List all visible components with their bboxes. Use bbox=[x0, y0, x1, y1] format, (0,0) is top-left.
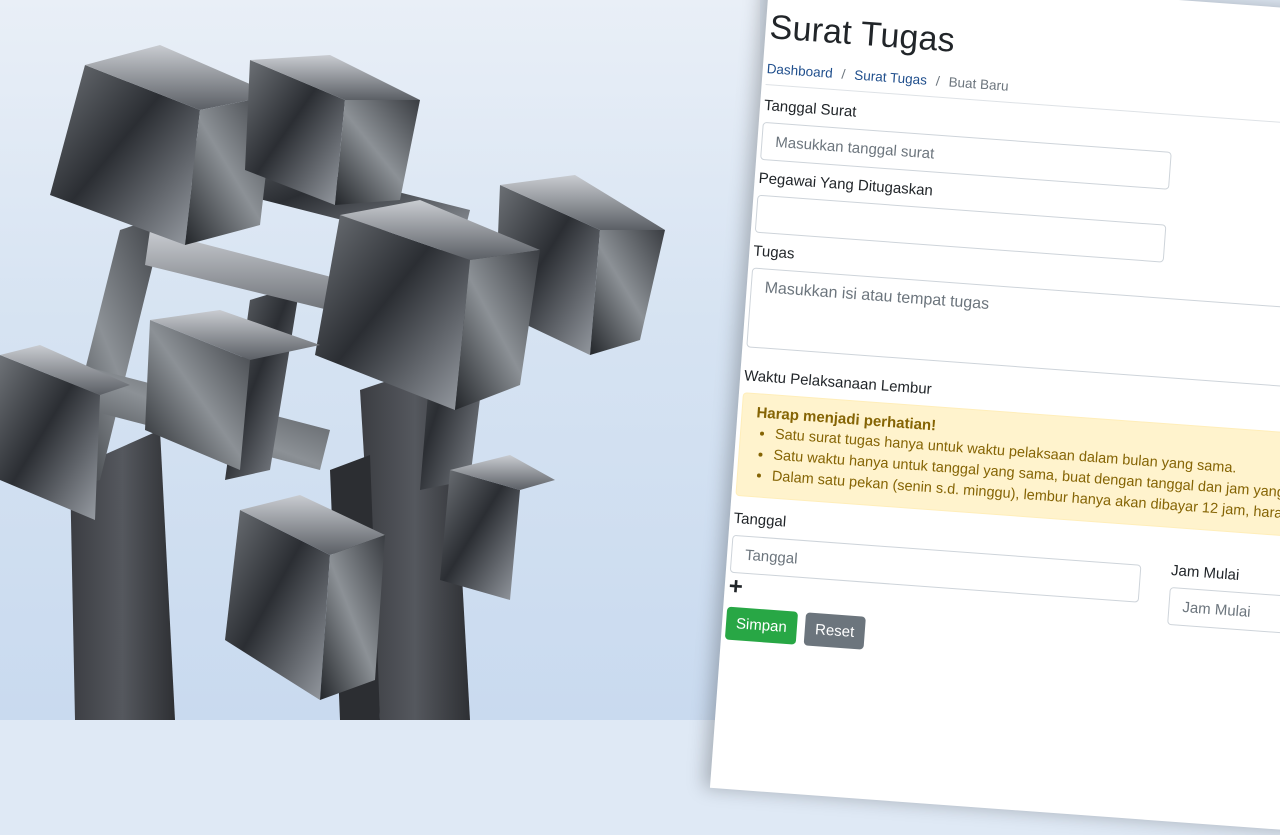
breadcrumb-surat-tugas-link[interactable]: Surat Tugas bbox=[854, 67, 928, 87]
background-photo bbox=[0, 0, 760, 720]
jam-mulai-col: Jam Mulai bbox=[1167, 562, 1280, 640]
save-button[interactable]: Simpan bbox=[724, 606, 798, 645]
jam-mulai-input[interactable] bbox=[1167, 586, 1280, 640]
breadcrumb-dashboard-link[interactable]: Dashboard bbox=[766, 61, 833, 81]
form-panel: Surat Tugas Dashboard / Surat Tugas / Bu… bbox=[709, 0, 1280, 835]
breadcrumb-separator: / bbox=[935, 73, 941, 89]
breadcrumb-current: Buat Baru bbox=[948, 74, 1010, 94]
waktu-group: Waktu Pelaksanaan Lembur Harap menjadi p… bbox=[724, 367, 1280, 683]
sculpture-illustration bbox=[0, 45, 665, 720]
breadcrumb-separator: / bbox=[841, 66, 846, 82]
add-time-icon[interactable]: + bbox=[728, 573, 744, 601]
reset-button[interactable]: Reset bbox=[803, 612, 866, 650]
